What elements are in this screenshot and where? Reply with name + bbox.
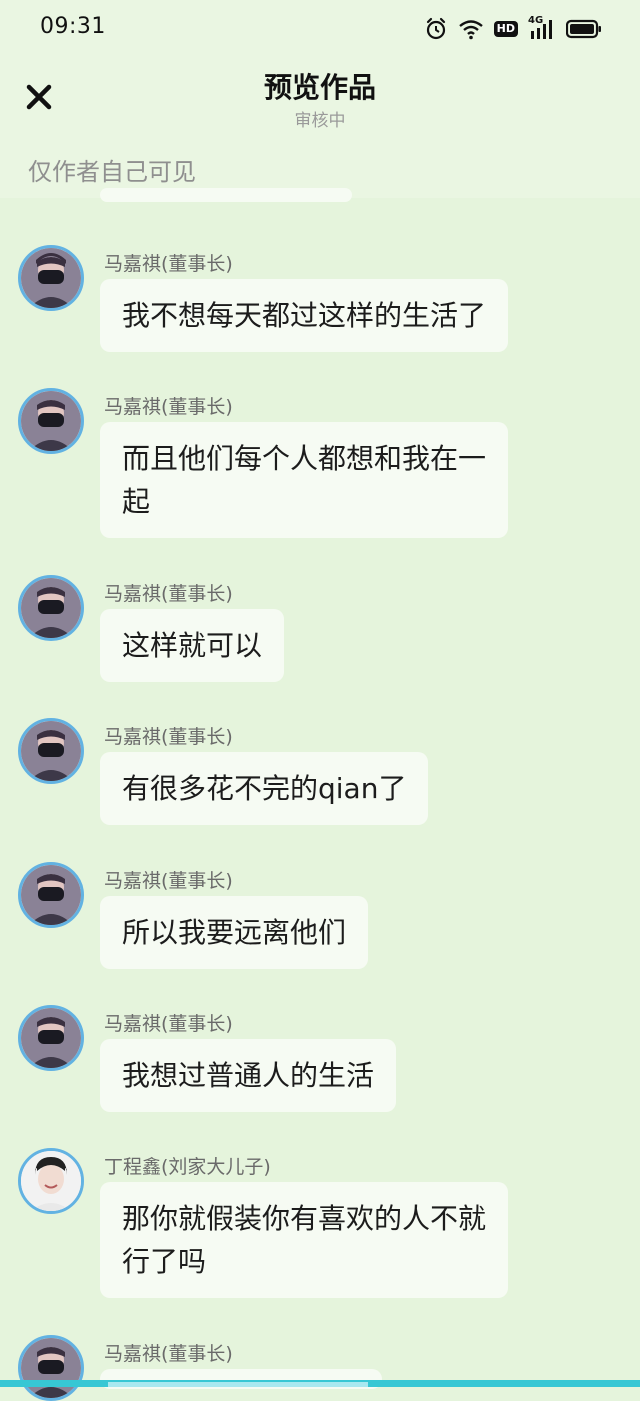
avatar[interactable]	[18, 388, 84, 454]
avatar[interactable]	[18, 1335, 84, 1401]
masked-person-avatar-icon	[21, 1338, 81, 1398]
sender-name: 马嘉祺(董事长)	[104, 396, 233, 418]
hd-icon: HD	[493, 21, 518, 37]
sender-name: 马嘉祺(董事长)	[104, 583, 233, 605]
message-bubble: 有很多花不完的qian了	[100, 752, 429, 825]
message-line: 我不想每天都过这样的生活了	[122, 299, 487, 332]
message-bubble: 而且他们每个人都想和我在一 起	[100, 422, 509, 538]
message-line: 行了吗	[122, 1245, 207, 1278]
message-line: 有很多花不完的qian了	[122, 772, 407, 805]
status-icons: HD 4G	[424, 14, 602, 44]
visibility-note: 仅作者自己可见	[28, 158, 196, 186]
review-status: 审核中	[294, 111, 346, 131]
message-bubble: 这样就可以	[100, 609, 285, 682]
avatar[interactable]	[18, 718, 84, 784]
avatar[interactable]	[18, 245, 84, 311]
masked-person-avatar-icon	[21, 578, 81, 638]
masked-person-avatar-icon	[21, 721, 81, 781]
message-line: 所以我要远离他们	[122, 916, 347, 949]
message-line: 我想过普通人的生活	[122, 1059, 375, 1092]
preview-header: 预览作品 审核中 仅作者自己可见	[0, 58, 640, 198]
status-bar: 09:31 HD 4G	[0, 0, 640, 58]
signal-4g-icon: 4G	[528, 15, 556, 41]
message-bubble: 所以我要远离他们	[100, 896, 369, 969]
status-time: 09:31	[40, 14, 106, 39]
message-bubble: 我想过普通人的生活	[100, 1039, 397, 1112]
sender-name: 丁程鑫(刘家大儿子)	[104, 1156, 271, 1178]
message-line: 那你就假装你有喜欢的人不就	[122, 1202, 487, 1235]
masked-person-avatar-icon	[21, 248, 81, 308]
sender-name: 马嘉祺(董事长)	[104, 870, 233, 892]
avatar[interactable]	[18, 1005, 84, 1071]
avatar[interactable]	[18, 862, 84, 928]
sender-name: 马嘉祺(董事长)	[104, 726, 233, 748]
previous-message-bubble	[100, 188, 352, 202]
avatar[interactable]	[18, 1148, 84, 1214]
message-line: 起	[122, 485, 151, 518]
message-bubble: 那你就假装你有喜欢的人不就 行了吗	[100, 1182, 509, 1298]
sender-name: 马嘉祺(董事长)	[104, 1343, 233, 1365]
message-bubble: 我不想每天都过这样的生活了	[100, 279, 509, 352]
masked-person-avatar-icon	[21, 1008, 81, 1068]
wifi-icon	[458, 18, 484, 40]
message-line: 而且他们每个人都想和我在一	[122, 442, 487, 475]
smiling-person-avatar-icon	[21, 1151, 81, 1211]
masked-person-avatar-icon	[21, 865, 81, 925]
bottom-bar-highlight	[108, 1382, 368, 1387]
page-title: 预览作品	[263, 71, 376, 104]
message-line: 这样就可以	[122, 629, 263, 662]
battery-icon	[566, 19, 602, 39]
sender-name: 马嘉祺(董事长)	[104, 253, 233, 275]
masked-person-avatar-icon	[21, 391, 81, 451]
alarm-icon	[424, 17, 448, 41]
sender-name: 马嘉祺(董事长)	[104, 1013, 233, 1035]
avatar[interactable]	[18, 575, 84, 641]
